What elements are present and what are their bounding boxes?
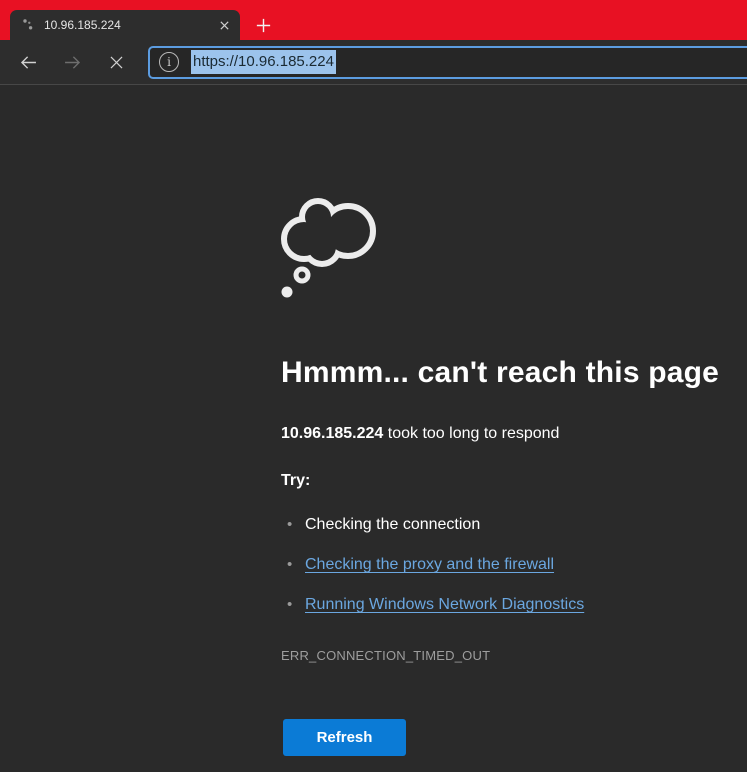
new-tab-icon[interactable] bbox=[252, 14, 274, 36]
network-diagnostics-link[interactable]: Running Windows Network Diagnostics bbox=[305, 596, 584, 613]
browser-tab[interactable]: 10.96.185.224 bbox=[10, 10, 240, 40]
proxy-firewall-link[interactable]: Checking the proxy and the firewall bbox=[305, 556, 554, 573]
stop-icon[interactable] bbox=[98, 45, 134, 79]
error-title: Hmmm... can't reach this page bbox=[281, 354, 707, 392]
error-subtitle-rest: took too long to respond bbox=[383, 425, 559, 442]
forward-icon[interactable] bbox=[54, 45, 90, 79]
browser-window: 10.96.185.224 bbox=[0, 0, 747, 772]
error-page: Hmmm... can't reach this page 10.96.185.… bbox=[0, 85, 747, 772]
site-info-icon[interactable]: i bbox=[159, 52, 179, 72]
back-icon[interactable] bbox=[10, 45, 46, 79]
navigation-toolbar: i https://10.96.185.224 bbox=[0, 40, 747, 85]
error-host: 10.96.185.224 bbox=[281, 425, 383, 442]
tab-bar: 10.96.185.224 bbox=[0, 0, 747, 40]
suggestion-list: Checking the connection Checking the pro… bbox=[281, 515, 707, 615]
address-bar[interactable]: i https://10.96.185.224 bbox=[148, 46, 747, 79]
suggestion-item-proxy-firewall: Checking the proxy and the firewall bbox=[281, 555, 707, 575]
url-input[interactable]: https://10.96.185.224 bbox=[191, 50, 336, 74]
tab-close-icon[interactable] bbox=[214, 15, 234, 35]
suggestion-item-connection: Checking the connection bbox=[281, 515, 707, 535]
suggestion-item-network-diagnostics: Running Windows Network Diagnostics bbox=[281, 595, 707, 615]
try-label: Try: bbox=[281, 471, 707, 491]
tab-loading-dots-icon bbox=[20, 17, 36, 33]
error-subtitle: 10.96.185.224 took too long to respond bbox=[281, 424, 707, 444]
thought-bubble-cloud-icon bbox=[278, 197, 378, 301]
error-code: ERR_CONNECTION_TIMED_OUT bbox=[281, 648, 707, 663]
tab-title: 10.96.185.224 bbox=[44, 18, 214, 32]
refresh-button[interactable]: Refresh bbox=[283, 719, 406, 756]
